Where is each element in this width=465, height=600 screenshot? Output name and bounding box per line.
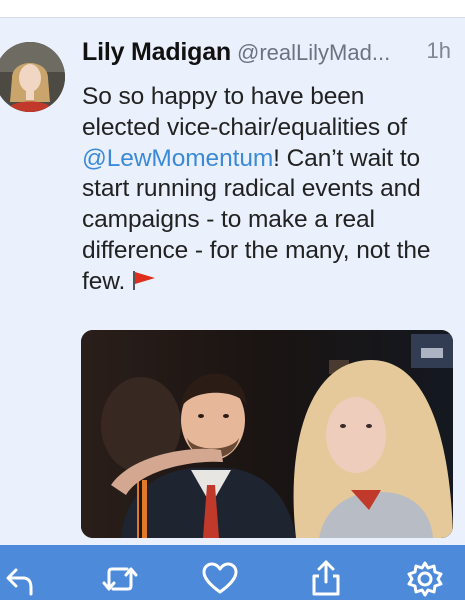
like-button[interactable] (200, 559, 240, 599)
heart-icon (202, 562, 238, 594)
share-icon (312, 560, 340, 596)
handle[interactable]: @realLilyMad... (237, 40, 390, 65)
reply-button[interactable] (0, 559, 40, 599)
top-bar (0, 0, 465, 18)
gear-icon (407, 561, 443, 597)
action-bar (0, 545, 465, 600)
timestamp: 1h (426, 38, 451, 63)
tweet-photo[interactable] (81, 330, 453, 538)
reply-icon (6, 568, 33, 596)
tweet-card[interactable]: Lily Madigan @realLilyMad... 1h So so hap… (0, 18, 465, 545)
photo-image (81, 330, 453, 538)
tweet-header: Lily Madigan @realLilyMad... (82, 38, 457, 70)
avatar-image (0, 42, 65, 112)
avatar[interactable] (0, 42, 65, 112)
mention-link[interactable]: @LewMomentum (82, 145, 273, 172)
settings-button[interactable] (405, 559, 445, 599)
tweet-text: So so happy to have been elected vice-ch… (82, 82, 442, 300)
retweet-button[interactable] (100, 559, 140, 599)
display-name[interactable]: Lily Madigan (82, 38, 231, 66)
retweet-icon (102, 567, 138, 591)
tweet-text-part-1: So so happy to have been elected vice-ch… (82, 83, 408, 141)
share-button[interactable] (306, 559, 346, 599)
red-flag-icon (131, 269, 157, 300)
